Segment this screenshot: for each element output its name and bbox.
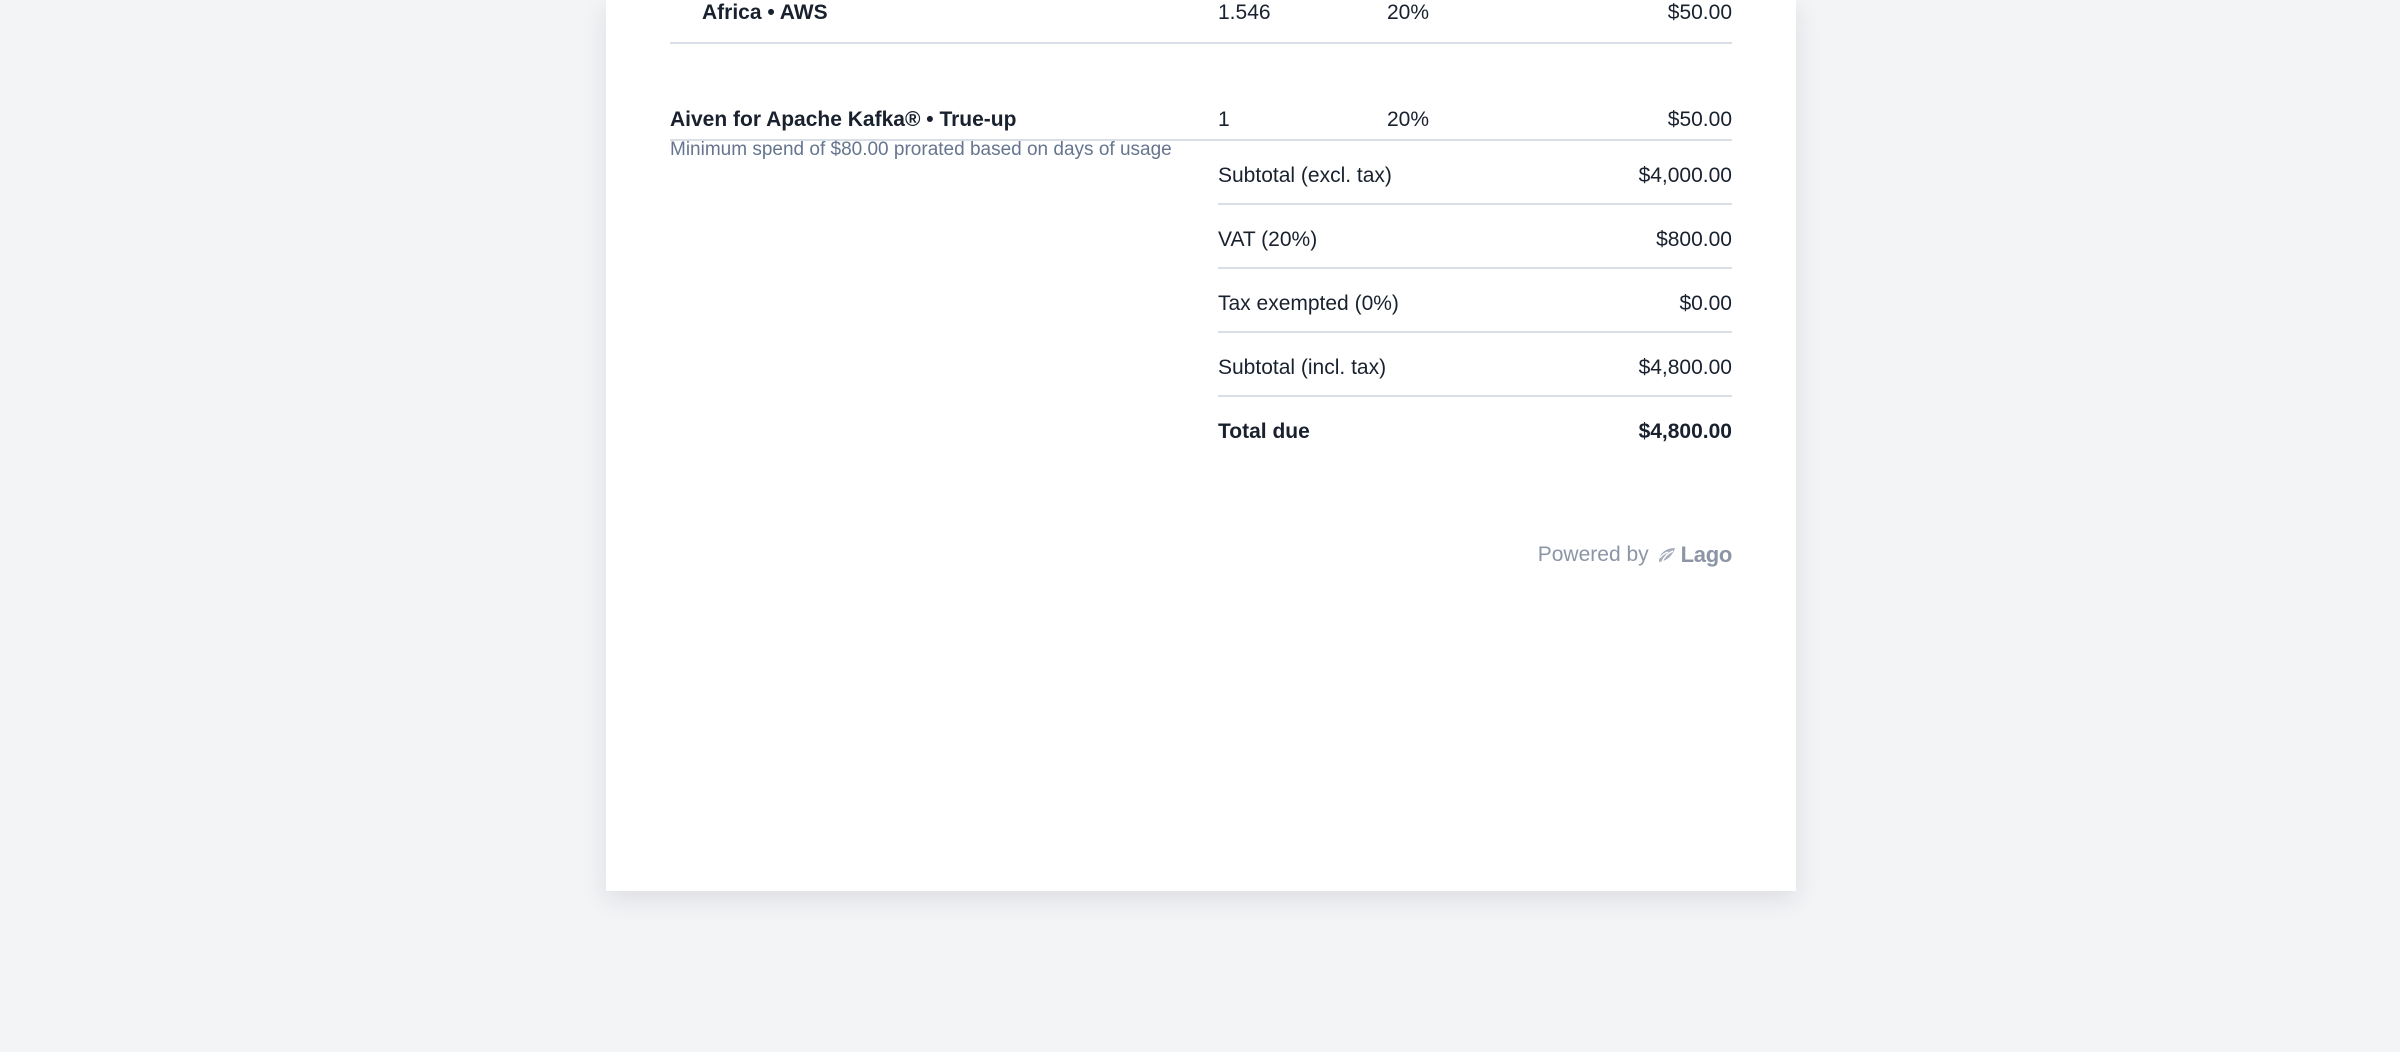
line-item-units: 1 — [1218, 108, 1230, 131]
totals-value: $4,800.00 — [1638, 356, 1732, 379]
invoice-content: Africa • AWS 1.546 20% $50.00 Aiven for … — [670, 0, 1732, 567]
powered-by-text: Powered by — [1537, 543, 1649, 566]
totals-row-vat: VAT (20%) $800.00 — [1218, 205, 1732, 269]
lago-logo-icon — [1657, 546, 1677, 564]
totals-row-tax-exempted: Tax exempted (0%) $0.00 — [1218, 269, 1732, 333]
totals-label: VAT (20%) — [1218, 228, 1318, 251]
totals-label: Tax exempted (0%) — [1218, 292, 1399, 315]
totals-label: Subtotal (incl. tax) — [1218, 356, 1387, 379]
totals-row-subtotal-incl-tax: Subtotal (incl. tax) $4,800.00 — [1218, 333, 1732, 397]
line-item-description: Africa • AWS — [702, 1, 828, 24]
line-item-tax-rate: 20% — [1387, 108, 1430, 131]
line-item-subtext: Minimum spend of $80.00 prorated based o… — [670, 139, 1172, 160]
line-item-description: Aiven for Apache Kafka® • True-up — [670, 108, 1017, 131]
line-item-description-block: Aiven for Apache Kafka® • True-up Minimu… — [670, 107, 1172, 162]
line-item-units: 1.546 — [1218, 1, 1271, 24]
totals-row-total-due: Total due $4,800.00 — [1218, 397, 1732, 459]
line-item-amount: $50.00 — [1667, 108, 1732, 131]
totals-value: $0.00 — [1679, 292, 1732, 315]
powered-by-footer: Powered by Lago — [1537, 542, 1733, 568]
totals-value: $4,000.00 — [1638, 164, 1732, 187]
table-row: Aiven for Apache Kafka® • True-up Minimu… — [670, 44, 1732, 160]
total-due-value: $4,800.00 — [1638, 420, 1732, 443]
total-due-label: Total due — [1218, 420, 1310, 443]
lago-brand-link[interactable]: Lago — [1657, 542, 1732, 568]
lago-brand-name: Lago — [1680, 542, 1733, 567]
totals-table: Subtotal (excl. tax) $4,000.00 VAT (20%)… — [1218, 141, 1732, 459]
totals-value: $800.00 — [1656, 228, 1732, 251]
line-item-amount: $50.00 — [1667, 1, 1732, 24]
table-row: Africa • AWS 1.546 20% $50.00 — [670, 0, 1732, 44]
invoice-page: Africa • AWS 1.546 20% $50.00 Aiven for … — [606, 0, 1796, 891]
totals-label: Subtotal (excl. tax) — [1218, 164, 1392, 187]
totals-row-subtotal-excl-tax: Subtotal (excl. tax) $4,000.00 — [1218, 141, 1732, 205]
line-item-tax-rate: 20% — [1387, 1, 1430, 24]
